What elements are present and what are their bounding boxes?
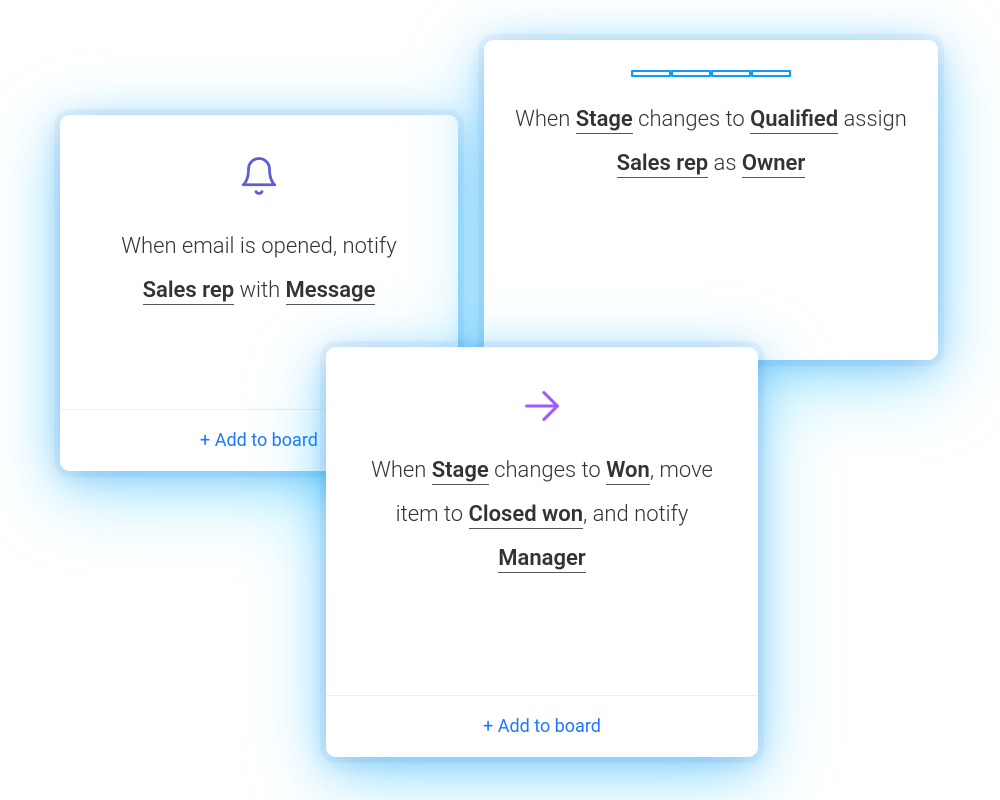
bell-icon xyxy=(238,155,280,197)
add-to-board-button[interactable]: + Add to board xyxy=(483,716,601,737)
rule-text-part: , and notify xyxy=(583,502,688,527)
arrow-right-icon xyxy=(519,383,565,429)
rule-text-part: changes to xyxy=(633,107,750,132)
card-body: When Stage changes to Qualified assign S… xyxy=(484,40,938,360)
rule-variable-stage[interactable]: Stage xyxy=(576,107,633,134)
rule-variable-qualified[interactable]: Qualified xyxy=(750,107,838,134)
automation-rule-text: When Stage changes to Won, move item to … xyxy=(356,449,728,581)
rule-variable-won[interactable]: Won xyxy=(606,458,650,485)
rule-text-part: as xyxy=(708,151,742,176)
list-icon xyxy=(631,70,791,80)
rule-variable-sales-rep[interactable]: Sales rep xyxy=(143,278,235,305)
rule-text-part: When xyxy=(515,107,576,132)
rule-text-part: When xyxy=(371,458,432,483)
rule-variable-closed-won[interactable]: Closed won xyxy=(469,502,584,529)
rule-text-part: with xyxy=(234,278,285,303)
rule-text-part: assign xyxy=(838,107,907,132)
rule-variable-stage[interactable]: Stage xyxy=(432,458,489,485)
rule-variable-sales-rep[interactable]: Sales rep xyxy=(617,151,709,178)
rule-variable-manager[interactable]: Manager xyxy=(498,546,585,573)
automation-rule-text: When Stage changes to Qualified assign S… xyxy=(514,98,908,186)
rule-variable-owner[interactable]: Owner xyxy=(742,151,805,178)
card-footer: + Add to board xyxy=(326,695,758,757)
rule-variable-message[interactable]: Message xyxy=(286,278,376,305)
rule-text-part: When email is opened, notify xyxy=(121,234,396,259)
add-to-board-button[interactable]: + Add to board xyxy=(200,430,318,451)
automation-card-move: When Stage changes to Won, move item to … xyxy=(326,347,758,757)
rule-text-part: changes to xyxy=(489,458,606,483)
automation-rule-text: When email is opened, notify Sales rep w… xyxy=(94,225,424,313)
automation-card-assign: When Stage changes to Qualified assign S… xyxy=(484,40,938,360)
card-body: When Stage changes to Won, move item to … xyxy=(326,347,758,695)
